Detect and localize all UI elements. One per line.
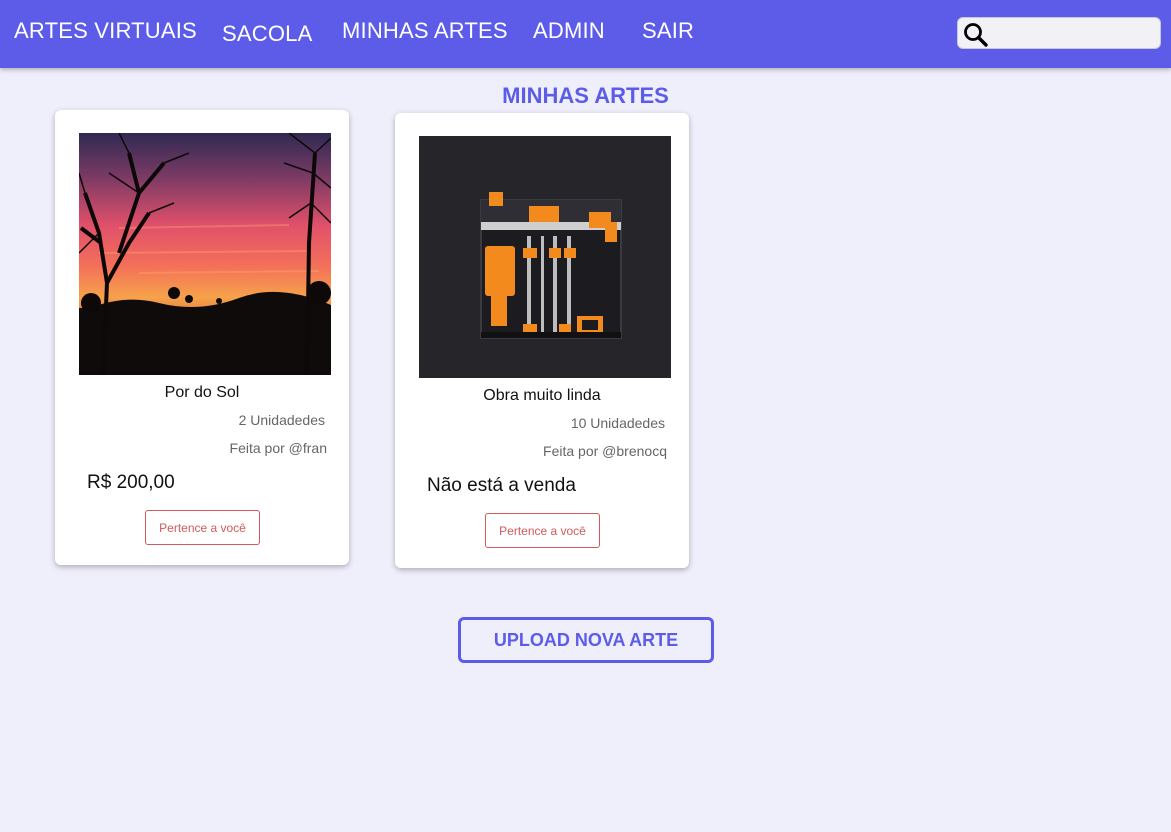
art-author: Feita por @brenocq — [543, 443, 667, 459]
art-price: Não está a venda — [427, 475, 576, 496]
page-title: MINHAS ARTES — [502, 83, 669, 108]
nav-bag-link[interactable]: SACOLA — [222, 21, 312, 47]
art-image-3d-printer — [419, 136, 671, 378]
search-icon[interactable] — [962, 21, 990, 54]
art-author: Feita por @fran — [229, 440, 327, 456]
owned-button[interactable]: Pertence a você — [485, 513, 600, 548]
art-units: 10 Unidadedes — [570, 415, 665, 431]
art-title: Por do Sol — [164, 384, 240, 401]
art-image-sunset — [79, 133, 331, 375]
art-title: Obra muito linda — [483, 387, 601, 404]
art-price: R$ 200,00 — [87, 472, 175, 493]
nav-brand-link[interactable]: ARTES VIRTUAIS — [14, 18, 197, 44]
art-card: Por do Sol 2 Unidadedes Feita por @fran … — [55, 110, 349, 565]
search-input[interactable] — [994, 21, 1158, 47]
nav-admin-link[interactable]: ADMIN — [533, 18, 605, 44]
nav-logout-link[interactable]: SAIR — [642, 18, 694, 44]
nav-my-arts-link[interactable]: MINHAS ARTES — [342, 18, 508, 44]
upload-new-art-button[interactable]: UPLOAD NOVA ARTE — [458, 617, 714, 663]
art-card: Obra muito linda 10 Unidadedes Feita por… — [395, 113, 689, 568]
search-box[interactable] — [957, 17, 1161, 49]
navbar: ARTES VIRTUAIS SACOLA MINHAS ARTES ADMIN… — [0, 0, 1171, 68]
art-units: 2 Unidadedes — [238, 412, 325, 428]
owned-button[interactable]: Pertence a você — [145, 510, 260, 545]
